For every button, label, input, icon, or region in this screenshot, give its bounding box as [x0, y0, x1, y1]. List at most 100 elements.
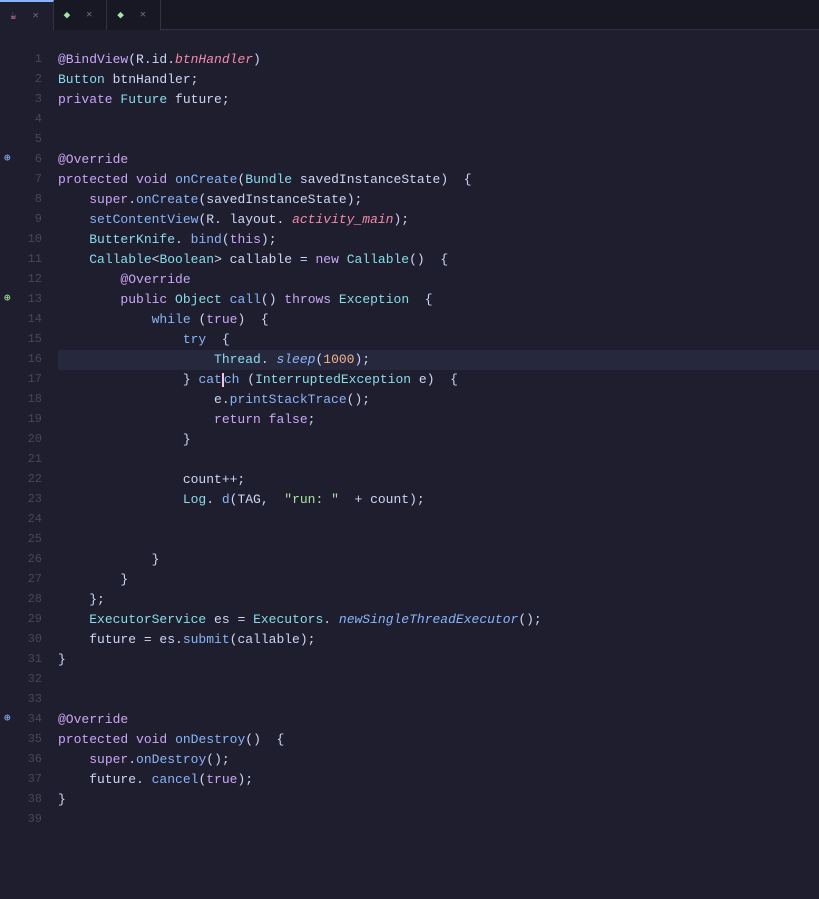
gutter-line: 16: [0, 350, 42, 370]
line-number: 8: [35, 190, 42, 209]
code-line: [58, 510, 819, 530]
line-number: 21: [28, 450, 42, 469]
line-number: 27: [28, 570, 42, 589]
editor-container: 12345⊕6789101112⊕13141516171819202122232…: [0, 30, 819, 899]
line-number: 3: [35, 90, 42, 109]
code-line: super.onDestroy();: [58, 750, 819, 770]
line-number: 12: [28, 270, 42, 289]
code-line: [58, 130, 819, 150]
gutter-line: 22: [0, 470, 42, 490]
line-number: 26: [28, 550, 42, 569]
gutter-line: 31: [0, 650, 42, 670]
code-line: setContentView(R. layout. activity_main)…: [58, 210, 819, 230]
line-number: 19: [28, 410, 42, 429]
gutter-line: 2: [0, 70, 42, 90]
gutter-line: 28: [0, 590, 42, 610]
code-line: protected void onCreate(Bundle savedInst…: [58, 170, 819, 190]
line-number: 16: [28, 350, 42, 369]
line-number: 38: [28, 790, 42, 809]
xml-icon-1: ◆: [64, 8, 71, 22]
gutter-line: 18: [0, 390, 42, 410]
gutter-line: 20: [0, 430, 42, 450]
code-line: }: [58, 430, 819, 450]
code-line: Log. d(TAG, "run: " + count);: [58, 490, 819, 510]
gutter-line: 38: [0, 790, 42, 810]
gutter-line: 8: [0, 190, 42, 210]
gutter-line: 7: [0, 170, 42, 190]
gutter-line: 25: [0, 530, 42, 550]
line-number: 20: [28, 430, 42, 449]
gutter-line: ⊕ 13: [0, 290, 42, 310]
line-number: 36: [28, 750, 42, 769]
gutter-line: 37: [0, 770, 42, 790]
code-line: e.printStackTrace();: [58, 390, 819, 410]
code-line: @Override: [58, 710, 819, 730]
code-line: [58, 810, 819, 830]
line-number: 2: [35, 70, 42, 89]
java-icon: ☕: [10, 9, 17, 23]
code-line: [58, 690, 819, 710]
code-line: [58, 110, 819, 130]
gutter-line: 30: [0, 630, 42, 650]
code-line: Button btnHandler;: [58, 70, 819, 90]
gutter-line: 21: [0, 450, 42, 470]
tab-close-xml2[interactable]: ✕: [136, 8, 150, 22]
code-line: ButterKnife. bind(this);: [58, 230, 819, 250]
code-line: future = es.submit(callable);: [58, 630, 819, 650]
line-number: 35: [28, 730, 42, 749]
line-number: 31: [28, 650, 42, 669]
code-line: [58, 670, 819, 690]
code-area[interactable]: @BindView(R.id.btnHandler)Button btnHand…: [50, 30, 819, 899]
gutter-line: 5: [0, 130, 42, 150]
line-number: 24: [28, 510, 42, 529]
line-numbers: 12345⊕6789101112⊕13141516171819202122232…: [0, 30, 50, 899]
breakpoint-icon: ⊕: [4, 151, 11, 169]
breakpoint-icon: ⊕: [4, 711, 11, 729]
code-line: }: [58, 790, 819, 810]
line-number: 13: [28, 290, 42, 309]
code-line: };: [58, 590, 819, 610]
code-line: [58, 30, 819, 50]
line-number: 1: [35, 50, 42, 69]
tab-bar: ☕ ✕ ◆ ✕ ◆ ✕: [0, 0, 819, 30]
code-line: super.onCreate(savedInstanceState);: [58, 190, 819, 210]
run-icon: ⊕: [4, 291, 11, 309]
gutter-line: 9: [0, 210, 42, 230]
xml-icon-2: ◆: [117, 8, 124, 22]
line-number: 29: [28, 610, 42, 629]
tab-test-include-xml[interactable]: ◆ ✕: [107, 0, 161, 30]
code-line: future. cancel(true);: [58, 770, 819, 790]
line-number: 11: [28, 250, 42, 269]
tab-close-xml1[interactable]: ✕: [82, 8, 96, 22]
code-line: return false;: [58, 410, 819, 430]
line-number: 32: [28, 670, 42, 689]
line-number: 6: [35, 150, 42, 169]
gutter-line: 15: [0, 330, 42, 350]
gutter-line: 10: [0, 230, 42, 250]
code-line: @Override: [58, 150, 819, 170]
gutter-line: 36: [0, 750, 42, 770]
line-number: 17: [28, 370, 42, 389]
code-line: try {: [58, 330, 819, 350]
tab-close-main-activity[interactable]: ✕: [29, 9, 43, 23]
code-line: @BindView(R.id.btnHandler): [58, 50, 819, 70]
gutter-line: 29: [0, 610, 42, 630]
line-number: 25: [28, 530, 42, 549]
code-line: }: [58, 650, 819, 670]
gutter-line: 1: [0, 50, 42, 70]
gutter-line: 19: [0, 410, 42, 430]
gutter-line: 35: [0, 730, 42, 750]
line-number: 10: [28, 230, 42, 249]
code-line: @Override: [58, 270, 819, 290]
gutter-line: [0, 30, 42, 50]
tab-main-activity[interactable]: ☕ ✕: [0, 0, 54, 30]
code-line: Thread. sleep(1000);: [58, 350, 819, 370]
code-line: public Object call() throws Exception {: [58, 290, 819, 310]
line-number: 5: [35, 130, 42, 149]
gutter-line: 33: [0, 690, 42, 710]
line-number: 28: [28, 590, 42, 609]
gutter-line: 24: [0, 510, 42, 530]
tab-activity-main-xml[interactable]: ◆ ✕: [54, 0, 108, 30]
gutter-line: 14: [0, 310, 42, 330]
code-line: } catch (InterruptedException e) {: [58, 370, 819, 390]
